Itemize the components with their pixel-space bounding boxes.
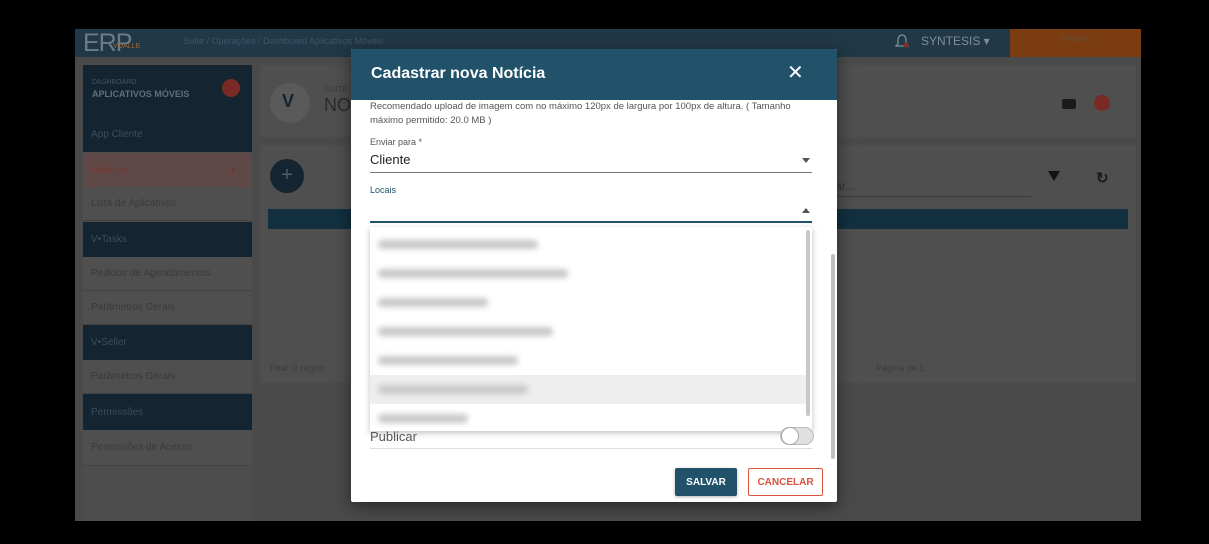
sidebar-header-title: APLICATIVOS MÓVEIS: [92, 89, 190, 99]
sidebar-item-parametros-gerais[interactable]: Parâmetros Gerais: [83, 291, 252, 325]
user-menu[interactable]: SYNTESIS ▾: [921, 34, 990, 48]
sidebar-item-lista-aplicativos[interactable]: Lista de Aplicativos: [83, 187, 252, 221]
enviar-para-value: Cliente: [370, 152, 411, 167]
dropdown-option[interactable]: [370, 259, 806, 288]
graduation-cap-icon[interactable]: [1062, 99, 1076, 109]
caret-up-icon: [802, 208, 810, 213]
filter-icon[interactable]: [1048, 171, 1060, 181]
sidebar-item-permissoes-acesso[interactable]: Permissões de Acesso: [83, 430, 252, 466]
search-input[interactable]: ar...: [835, 179, 855, 193]
dropdown-option[interactable]: [370, 288, 806, 317]
dropdown-option[interactable]: [370, 346, 806, 375]
sidebar-item-permissoes[interactable]: Permissões: [83, 394, 252, 430]
dropdown-option[interactable]: [370, 230, 806, 259]
sidebar-item-pedidos-agendamentos[interactable]: Pedidos de Agendamentos: [83, 257, 252, 291]
enviar-para-label: Enviar para *: [370, 137, 423, 147]
app-window: ERP VOALLE Suíte / Operações / Dashboard…: [75, 29, 1141, 521]
chevron-right-icon: ›: [231, 163, 235, 177]
sidebar-item-app-cliente[interactable]: App Cliente: [83, 117, 252, 152]
dropdown-scrollbar[interactable]: [806, 230, 810, 416]
modal-header: Cadastrar nova Notícia ✕: [351, 49, 837, 100]
logo-subtext: VOALLE: [113, 43, 141, 50]
sidebar-header: DASHBOARD APLICATIVOS MÓVEIS: [83, 65, 252, 117]
save-button[interactable]: SALVAR: [675, 468, 737, 496]
sidebar-item-parametros-gerais-vseller[interactable]: Parâmetros Gerais: [83, 360, 252, 394]
page-title: NO: [324, 95, 351, 115]
locais-label: Locais: [370, 185, 397, 195]
sidebar-item-noticias[interactable]: Notícias ›: [83, 153, 252, 187]
enviar-para-select[interactable]: Cliente: [370, 149, 812, 173]
sidebar-header-kicker: DASHBOARD: [92, 79, 137, 86]
sidebar: DASHBOARD APLICATIVOS MÓVEIS App Cliente…: [83, 65, 252, 521]
pagination[interactable]: Página de 1: [876, 363, 924, 373]
close-icon[interactable]: ✕: [787, 63, 804, 83]
locais-select[interactable]: [370, 197, 812, 223]
app-logo-icon: V: [270, 83, 310, 123]
cancel-button[interactable]: CANCELAR: [748, 468, 823, 496]
add-button[interactable]: +: [270, 159, 304, 193]
publicar-label: Publicar: [370, 429, 417, 444]
sidebar-item-vtasks[interactable]: V•Tasks: [83, 222, 252, 257]
publicar-row: Publicar: [370, 427, 814, 449]
page-kicker: SUÍTE: [324, 85, 348, 94]
lifebuoy-icon[interactable]: [1094, 95, 1110, 111]
dropdown-option-highlighted[interactable]: [370, 375, 806, 404]
new-news-modal: Cadastrar nova Notícia ✕ Recomendado upl…: [351, 49, 837, 502]
search-underline: [835, 196, 1031, 197]
dropdown-option[interactable]: [370, 317, 806, 346]
breadcrumb[interactable]: Suíte / Operações / Dashboard Aplicativo…: [183, 36, 383, 46]
upload-hint: Recomendado upload de imagem com no máxi…: [370, 101, 791, 126]
bell-icon[interactable]: [895, 33, 909, 49]
publicar-toggle[interactable]: [780, 427, 814, 445]
modal-title: Cadastrar nova Notícia: [371, 65, 546, 82]
sidebar-item-label: Notícias: [91, 164, 128, 176]
total-records: Total: 0 registr: [269, 363, 326, 373]
locais-dropdown: [370, 227, 812, 431]
toggle-knob: [781, 427, 799, 445]
caret-down-icon: [802, 158, 810, 163]
environment-badge: STAGING: [1010, 29, 1141, 57]
modal-scrollbar[interactable]: [831, 254, 835, 459]
lifebuoy-icon[interactable]: [222, 79, 240, 97]
refresh-icon[interactable]: ↻: [1096, 169, 1109, 187]
sidebar-item-vseller[interactable]: V•Seller: [83, 325, 252, 360]
